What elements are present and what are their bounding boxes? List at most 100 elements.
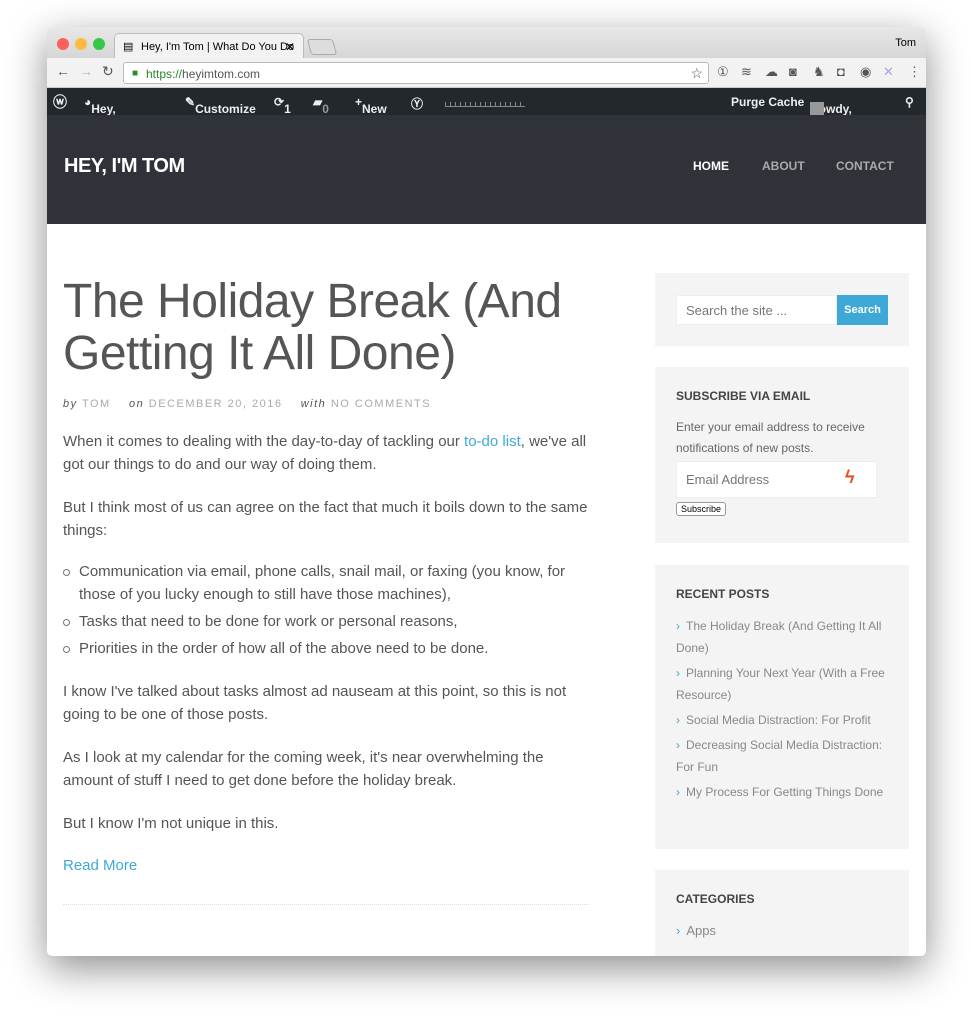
- widget-title: RECENT POSTS: [676, 587, 770, 601]
- on-label: on: [128, 398, 145, 410]
- chevron-right-icon: ›: [676, 923, 681, 938]
- date-link[interactable]: DECEMBER 20, 2016: [149, 398, 283, 410]
- site-header: HEY, I'M TOM HOME ABOUT CONTACT: [47, 115, 926, 224]
- updates-link[interactable]: ⟳ 1: [274, 95, 291, 116]
- zoom-window-button[interactable]: [93, 38, 105, 50]
- evernote-icon[interactable]: ♞: [813, 64, 825, 80]
- stats-sparkline[interactable]: [445, 93, 525, 107]
- chevron-right-icon: ›: [676, 619, 680, 633]
- bookmark-star-icon[interactable]: ☆: [690, 65, 703, 82]
- customize-link[interactable]: ✎ Customize: [185, 95, 256, 116]
- post-body: When it comes to dealing with the day-to…: [63, 430, 589, 905]
- url-host: heyimtom.com: [182, 67, 261, 81]
- recent-post-title: My Process For Getting Things Done: [686, 785, 884, 799]
- browser-toolbar: ← → ↻ ■ https://heyimtom.com ☆ ① ≋ ☁ ◙ ♞ ◘…: [47, 58, 926, 88]
- updates-count: 1: [284, 102, 291, 116]
- site-logo[interactable]: HEY, I'M TOM: [64, 155, 185, 178]
- with-label: with: [300, 398, 327, 410]
- minimize-window-button[interactable]: [75, 38, 87, 50]
- widget-title: CATEGORIES: [676, 892, 755, 906]
- by-label: by: [63, 398, 78, 410]
- lock-icon: ■: [132, 68, 139, 79]
- search-widget: Search: [655, 273, 909, 346]
- list-item: Tasks that need to be done for work or p…: [63, 610, 589, 633]
- chevron-right-icon: ›: [676, 666, 680, 680]
- list-item: Communication via email, phone calls, sn…: [63, 560, 589, 606]
- post-title[interactable]: The Holiday Break (And Getting It All Do…: [63, 276, 589, 380]
- nav-contact[interactable]: CONTACT: [836, 159, 894, 173]
- avatar: [810, 102, 824, 116]
- camera-icon[interactable]: ◘: [837, 64, 845, 79]
- nav-about[interactable]: ABOUT: [762, 159, 805, 173]
- paragraph: As I look at my calendar for the coming …: [63, 749, 544, 789]
- recent-post-title: The Holiday Break (And Getting It All Do…: [676, 619, 882, 655]
- buffer-icon[interactable]: ≋: [741, 64, 752, 80]
- comments-link[interactable]: ▰ 0: [313, 95, 329, 116]
- comments-link[interactable]: NO COMMENTS: [331, 398, 431, 410]
- page-icon: ▤: [123, 41, 134, 53]
- lastpass-icon[interactable]: ϟ: [845, 467, 855, 488]
- recent-posts-widget: RECENT POSTS › The Holiday Break (And Get…: [655, 565, 909, 849]
- categories-widget: CATEGORIES › Apps: [655, 870, 909, 956]
- onepassword-icon[interactable]: ①: [717, 64, 729, 80]
- paragraph: But I know I'm not unique in this.: [63, 815, 279, 832]
- subscribe-button[interactable]: Subscribe: [676, 502, 727, 516]
- chevron-right-icon: ›: [676, 738, 680, 752]
- recent-post-link[interactable]: › Decreasing Social Media Distraction: Fo…: [676, 734, 888, 778]
- reload-icon[interactable]: ↻: [102, 63, 114, 80]
- category-title: Apps: [686, 923, 716, 938]
- browser-window: ▤ Hey, I'm Tom | What Do You Do ✕ Tom ← → …: [47, 27, 926, 956]
- spiral-icon[interactable]: ◉: [860, 64, 871, 80]
- recent-post-link[interactable]: › Social Media Distraction: For Profit: [676, 709, 888, 731]
- search-button[interactable]: Search: [837, 295, 888, 325]
- search-icon[interactable]: ⚲: [905, 95, 914, 109]
- subscribe-widget: SUBSCRIBE VIA EMAIL Enter your email add…: [655, 367, 909, 543]
- comments-count: 0: [322, 102, 329, 116]
- subscribe-text: Enter your email address to receive noti…: [676, 420, 865, 455]
- pocket-icon[interactable]: ◙: [789, 64, 797, 79]
- widget-title: SUBSCRIBE VIA EMAIL: [676, 389, 811, 403]
- purge-cache-link[interactable]: Purge Cache: [731, 95, 804, 109]
- site-link[interactable]: ◕ Hey, I'm Tom: [84, 95, 116, 144]
- wordpress-icon[interactable]: ⓦ: [53, 92, 67, 112]
- customize-label: Customize: [195, 102, 256, 116]
- search-input[interactable]: [676, 295, 837, 325]
- post: The Holiday Break (And Getting It All Do…: [63, 276, 589, 905]
- paragraph: When it comes to dealing with the day-to…: [63, 430, 589, 476]
- address-bar[interactable]: ■ https://heyimtom.com ☆: [123, 62, 709, 84]
- new-tab-button[interactable]: [306, 39, 338, 55]
- back-icon[interactable]: ←: [56, 63, 70, 79]
- new-link[interactable]: + New: [355, 95, 387, 116]
- todo-list-link[interactable]: to-do list: [464, 433, 521, 450]
- text: When it comes to dealing with the day-to…: [63, 433, 465, 450]
- wp-admin-bar: ⓦ ◕ Hey, I'm Tom ✎ Customize ⟳ 1 ▰ 0 + N…: [47, 88, 926, 144]
- profile-name[interactable]: Tom: [895, 37, 916, 49]
- url-scheme: https://: [146, 67, 183, 81]
- divider: [63, 904, 589, 905]
- recent-post-link[interactable]: › The Holiday Break (And Getting It All D…: [676, 615, 888, 659]
- yoast-icon[interactable]: Ⓨ: [411, 95, 423, 112]
- new-label: New: [362, 102, 387, 116]
- chevron-right-icon: ›: [676, 785, 680, 799]
- post-meta: by TOM on DECEMBER 20, 2016 with NO COMM…: [63, 398, 589, 410]
- title-bar: ▤ Hey, I'm Tom | What Do You Do ✕ Tom: [47, 27, 926, 59]
- bullet-list: Communication via email, phone calls, sn…: [63, 560, 589, 660]
- paragraph: I know I've talked about tasks almost ad…: [63, 683, 567, 723]
- browser-tab[interactable]: ▤ Hey, I'm Tom | What Do You Do ✕: [114, 33, 304, 59]
- recent-post-link[interactable]: › Planning Your Next Year (With a Free Re…: [676, 662, 888, 706]
- close-tab-icon[interactable]: ✕: [285, 40, 295, 54]
- forward-icon[interactable]: →: [79, 63, 93, 79]
- paragraph: But I think most of us can agree on the …: [63, 499, 588, 539]
- recent-post-title: Social Media Distraction: For Profit: [686, 713, 871, 727]
- recent-post-link[interactable]: › My Process For Getting Things Done: [676, 781, 888, 803]
- cloud-icon[interactable]: ☁: [765, 64, 778, 80]
- list-item: Priorities in the order of how all of th…: [63, 637, 589, 660]
- x-extension-icon[interactable]: ✕: [883, 64, 894, 80]
- nav-home[interactable]: HOME: [693, 159, 729, 173]
- read-more-link[interactable]: Read More: [63, 857, 137, 874]
- category-link[interactable]: › Apps: [676, 920, 888, 942]
- close-window-button[interactable]: [57, 38, 69, 50]
- author-link[interactable]: TOM: [82, 398, 111, 410]
- recent-post-title: Planning Your Next Year (With a Free Res…: [676, 666, 885, 702]
- menu-icon[interactable]: ⋮: [908, 64, 921, 80]
